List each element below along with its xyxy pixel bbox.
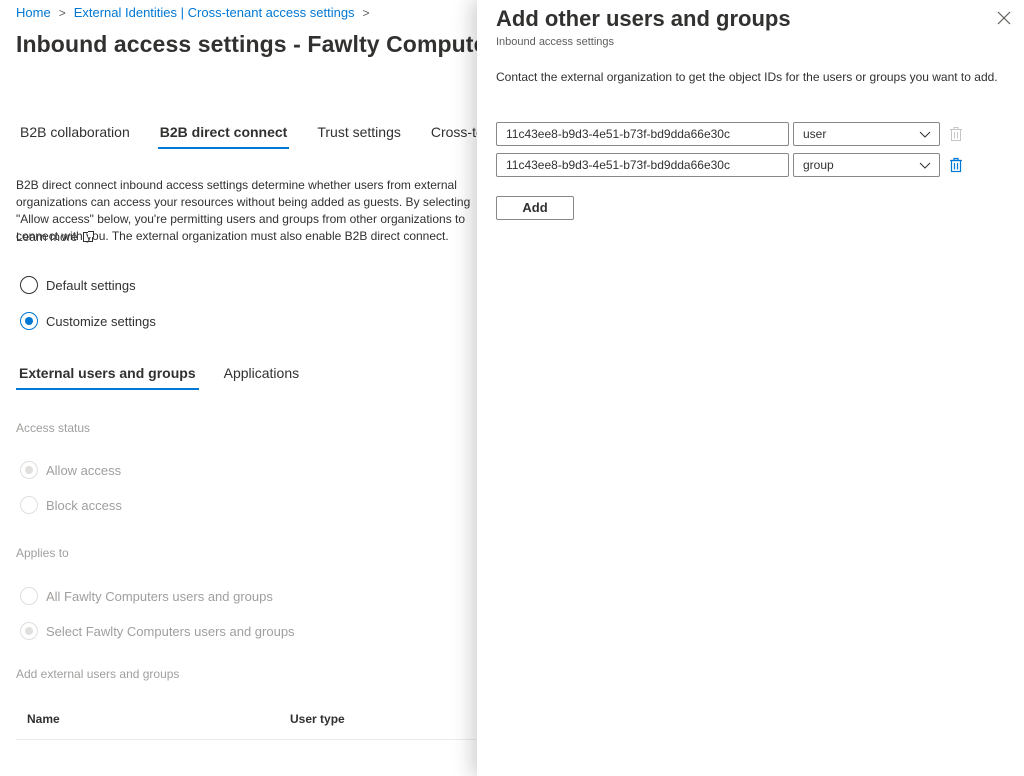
customize-settings-label: Customize settings: [46, 313, 156, 329]
select-users-groups-option[interactable]: Select Fawlty Computers users and groups: [20, 622, 295, 640]
allow-access-option[interactable]: Allow access: [20, 461, 121, 479]
block-access-label: Block access: [46, 497, 122, 513]
delete-icon[interactable]: [948, 157, 964, 173]
column-header-name[interactable]: Name: [27, 712, 60, 726]
customize-settings-option[interactable]: Customize settings: [20, 312, 156, 330]
radio-icon: [20, 496, 38, 514]
radio-checked-icon: [20, 461, 38, 479]
tab-external-users-and-groups[interactable]: External users and groups: [16, 365, 199, 390]
radio-checked-icon: [20, 312, 38, 330]
radio-icon: [20, 587, 38, 605]
object-id-input[interactable]: [496, 122, 789, 146]
add-users-groups-panel: Add other users and groups Inbound acces…: [477, 0, 1024, 776]
chevron-down-icon: [919, 162, 931, 169]
applies-to-label: Applies to: [16, 546, 69, 560]
subtabs: External users and groups Applications: [16, 365, 327, 390]
column-header-user-type[interactable]: User type: [290, 712, 345, 726]
object-id-input[interactable]: [496, 153, 789, 177]
user-type-dropdown[interactable]: group: [793, 153, 940, 177]
chevron-right-icon: >: [58, 5, 66, 20]
tab-b2b-direct-connect[interactable]: B2B direct connect: [157, 124, 289, 149]
all-users-groups-label: All Fawlty Computers users and groups: [46, 588, 273, 604]
allow-access-label: Allow access: [46, 462, 122, 478]
access-status-label: Access status: [16, 421, 91, 435]
tab-trust-settings[interactable]: Trust settings: [317, 124, 401, 146]
entry-row: group: [496, 153, 964, 177]
delete-icon[interactable]: [948, 126, 964, 142]
chevron-right-icon: >: [362, 5, 370, 20]
tab-applications[interactable]: Applications: [224, 365, 300, 381]
user-type-value: group: [803, 158, 834, 172]
tab-b2b-collaboration[interactable]: B2B collaboration: [20, 124, 130, 146]
select-users-groups-label: Select Fawlty Computers users and groups: [46, 623, 295, 639]
breadcrumb-home-link[interactable]: Home: [16, 5, 51, 20]
external-link-icon: [83, 231, 95, 242]
page-title: Inbound access settings - Fawlty Compute…: [16, 31, 509, 57]
entry-row: user: [496, 122, 964, 146]
add-external-users-label: Add external users and groups: [16, 667, 180, 681]
default-settings-label: Default settings: [46, 277, 136, 293]
user-type-dropdown[interactable]: user: [793, 122, 940, 146]
block-access-option[interactable]: Block access: [20, 496, 122, 514]
panel-description: Contact the external organization to get…: [496, 70, 998, 84]
breadcrumb-cross-tenant-link[interactable]: External Identities | Cross-tenant acces…: [74, 5, 355, 20]
default-settings-option[interactable]: Default settings: [20, 276, 136, 294]
close-icon[interactable]: [996, 10, 1012, 26]
panel-title: Add other users and groups: [496, 6, 791, 31]
panel-subtitle: Inbound access settings: [496, 36, 615, 48]
add-button[interactable]: Add: [496, 196, 574, 220]
learn-more-link[interactable]: Learn more: [16, 230, 95, 244]
users-table-header: Name User type: [16, 712, 476, 740]
learn-more-label: Learn more: [16, 230, 78, 244]
radio-icon: [20, 276, 38, 294]
all-users-groups-option[interactable]: All Fawlty Computers users and groups: [20, 587, 273, 605]
chevron-down-icon: [919, 131, 931, 138]
user-type-value: user: [803, 127, 827, 141]
radio-checked-icon: [20, 622, 38, 640]
breadcrumb: Home > External Identities | Cross-tenan…: [16, 5, 378, 20]
